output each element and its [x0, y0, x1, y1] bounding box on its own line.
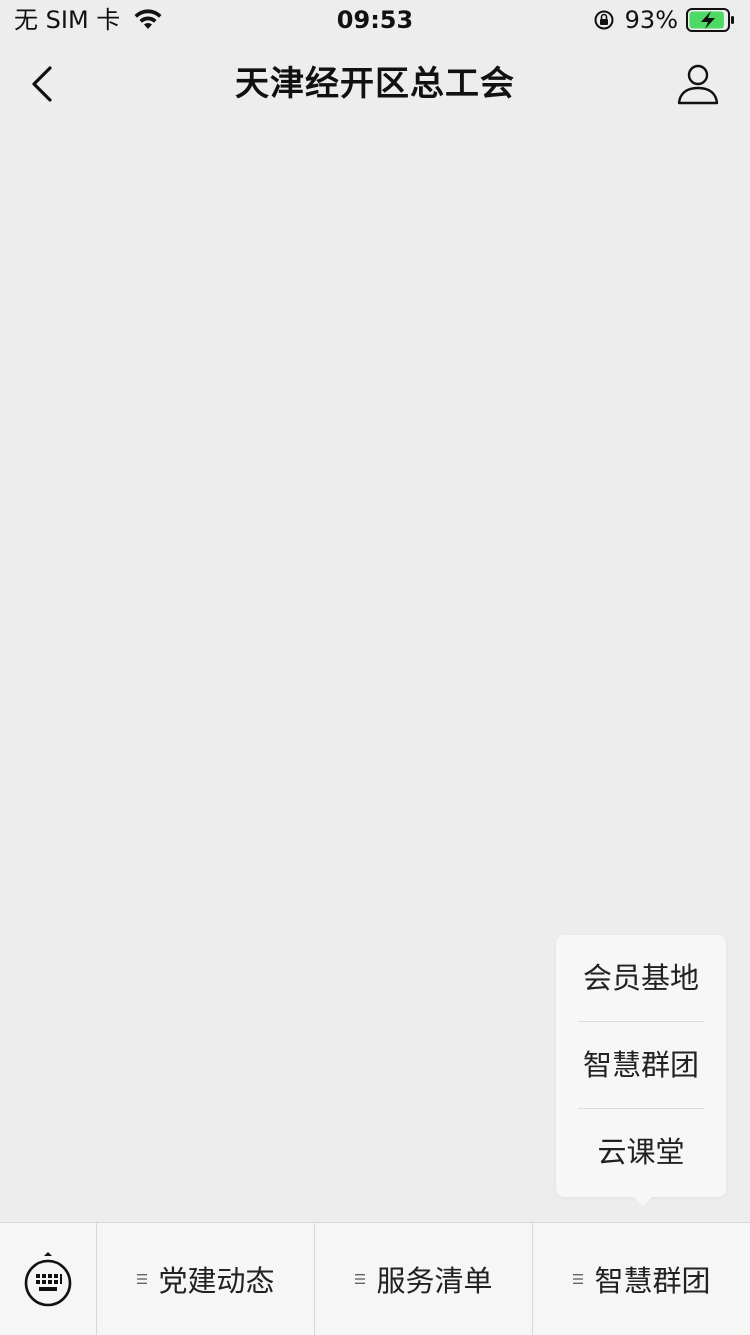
- bottom-menu-bar: 党建动态 服务清单 智慧群团: [0, 1222, 750, 1335]
- menu-item-service-list[interactable]: 服务清单: [315, 1223, 533, 1335]
- status-bar: 无 SIM 卡 09:53 93%: [0, 0, 750, 40]
- submenu-item-smart-group[interactable]: 智慧群团: [578, 1022, 704, 1109]
- menu-item-label: 党建动态: [158, 1264, 275, 1298]
- menu-item-label: 服务清单: [376, 1264, 493, 1298]
- status-right: 93%: [593, 6, 736, 34]
- keyboard-toggle-button[interactable]: [0, 1223, 97, 1335]
- nav-header: 天津经开区总工会: [0, 44, 750, 124]
- lines-icon: [573, 1274, 584, 1284]
- page-title: 天津经开区总工会: [235, 64, 515, 104]
- submenu-item-cloud-class[interactable]: 云课堂: [578, 1109, 704, 1195]
- keyboard-icon: [24, 1252, 72, 1307]
- submenu-popup: 会员基地 智慧群团 云课堂: [556, 935, 726, 1206]
- lines-icon: [355, 1274, 366, 1284]
- rotation-lock-icon: [594, 10, 614, 30]
- lines-icon: [137, 1274, 148, 1284]
- person-icon[interactable]: [676, 62, 720, 106]
- battery-percent: 93%: [624, 6, 678, 34]
- menu-item-party-news[interactable]: 党建动态: [97, 1223, 315, 1335]
- battery-charging-icon: [686, 8, 734, 32]
- menu-item-smart-group[interactable]: 智慧群团: [533, 1223, 750, 1335]
- submenu-item-member-base[interactable]: 会员基地: [578, 935, 704, 1022]
- menu-item-label: 智慧群团: [594, 1264, 711, 1298]
